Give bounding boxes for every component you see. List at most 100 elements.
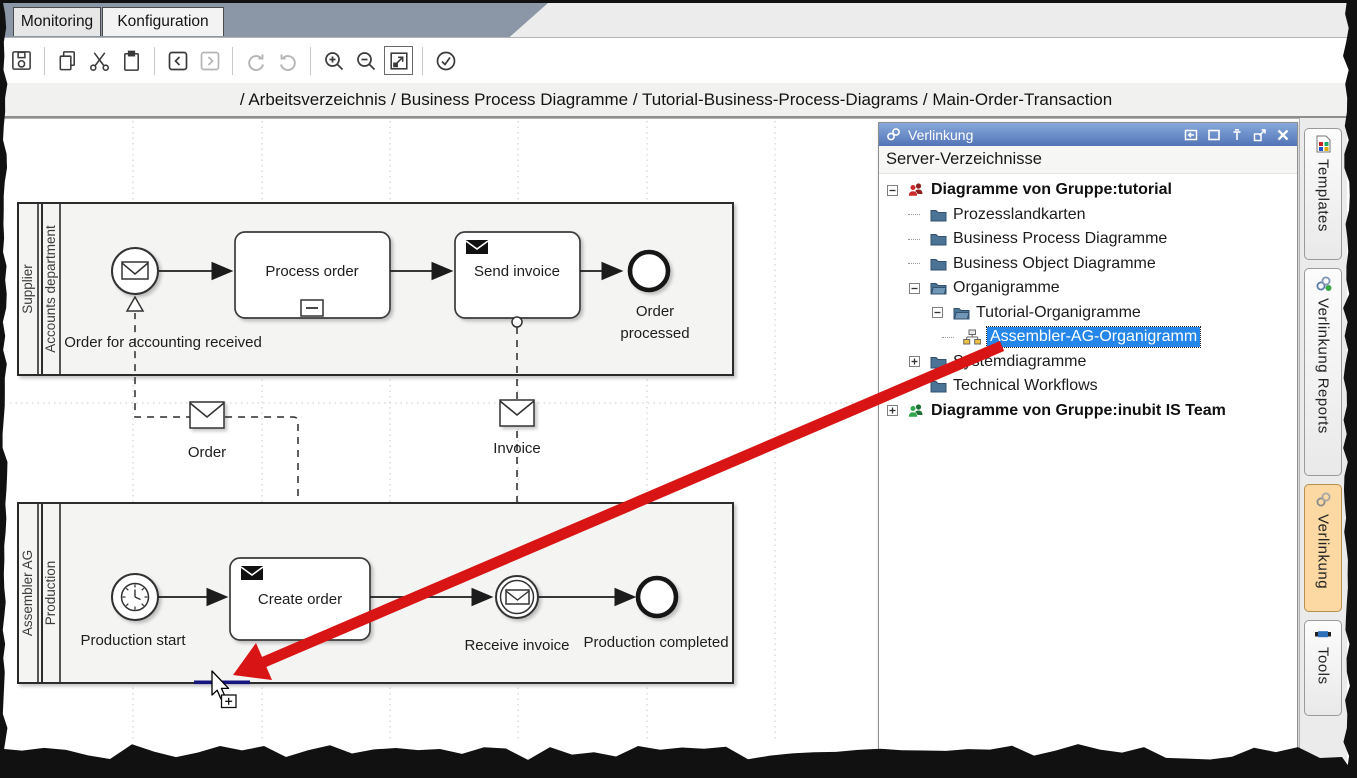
start-event-production-start[interactable]: [112, 574, 158, 620]
copy-icon[interactable]: [54, 47, 81, 74]
message-invoice-label: Invoice: [493, 440, 541, 457]
tree-item-systemdiagramme[interactable]: Systemdiagramme: [879, 350, 1297, 375]
navigate-back-icon[interactable]: [164, 47, 191, 74]
tree-item-label: Organigramme: [953, 279, 1060, 297]
message-invoice[interactable]: [500, 400, 534, 426]
folder-icon: [928, 257, 948, 271]
tree-item-tutorial-organigramme[interactable]: Tutorial-Organigramme: [879, 301, 1297, 326]
collapse-expander-icon[interactable]: [905, 283, 923, 294]
start2-label: Production start: [80, 632, 186, 649]
tree-item-business-object-diagramme[interactable]: Business Object Diagramme: [879, 252, 1297, 277]
lane1-label: Accounts department: [43, 225, 58, 353]
group-red-icon: [906, 182, 926, 198]
message-icon: [506, 590, 529, 604]
folder-icon: [928, 355, 948, 369]
lane2-label: Production: [43, 561, 58, 626]
tab-konfiguration[interactable]: Konfiguration: [102, 7, 224, 36]
folder-icon: [928, 232, 948, 246]
navigate-forward-icon[interactable]: [196, 47, 223, 74]
end-event-order-processed[interactable]: [630, 252, 668, 290]
message-icon: [122, 262, 148, 279]
save-icon[interactable]: [8, 47, 35, 74]
tree-item-label: Systemdiagramme: [953, 353, 1086, 371]
end1-label-line2: processed: [620, 325, 689, 342]
tree-item-label: Prozesslandkarten: [953, 206, 1086, 224]
tab-monitoring[interactable]: Monitoring: [13, 7, 101, 36]
intermediate-event-receive-invoice[interactable]: [496, 576, 538, 618]
message-order-label: Order: [188, 444, 226, 461]
tree-item-label-selected: Assembler-AG-Organigramm: [987, 327, 1200, 347]
intermediate-event-label: Receive invoice: [464, 637, 569, 654]
directory-tree: Diagramme von Gruppe:tutorial Prozesslan…: [879, 174, 1297, 423]
server-directories-label: Server-Verzeichnisse: [879, 146, 1297, 174]
task1-label: Process order: [265, 263, 358, 280]
maximize-icon[interactable]: [1205, 126, 1222, 143]
folder-open-icon: [928, 281, 948, 295]
folder-open-icon: [951, 306, 971, 320]
tree-item-assembler-ag-organigramm[interactable]: Assembler-AG-Organigramm: [879, 325, 1297, 350]
send-message-icon: [241, 566, 263, 580]
message-order[interactable]: [190, 402, 224, 428]
side-tab-verlinkung[interactable]: Verlinkung: [1304, 484, 1342, 612]
tree-item-business-process-diagramme[interactable]: Business Process Diagramme: [879, 227, 1297, 252]
tree-item-label: Business Object Diagramme: [953, 255, 1156, 273]
collapse-expander-icon[interactable]: [928, 307, 946, 318]
orgchart-icon: [962, 329, 982, 346]
paste-icon[interactable]: [118, 47, 145, 74]
side-tab-tools[interactable]: Tools: [1304, 620, 1342, 716]
tree-item-label: Technical Workflows: [953, 377, 1098, 395]
group-green-icon: [906, 403, 926, 419]
float-window-icon[interactable]: [1251, 126, 1268, 143]
zoom-out-icon[interactable]: [352, 47, 379, 74]
side-tab-label: Verlinkung Reports: [1315, 298, 1332, 434]
undo-icon[interactable]: [274, 47, 301, 74]
link-icon: [885, 126, 902, 143]
end1-label-line1: Order: [636, 303, 674, 320]
link-report-icon: [1315, 275, 1332, 292]
side-tab-label: Tools: [1315, 647, 1332, 685]
start-event-label: Order for accounting received: [64, 334, 262, 351]
link-icon: [1315, 491, 1332, 508]
tree-item-label: Tutorial-Organigramme: [976, 304, 1141, 322]
fit-to-window-icon[interactable]: [384, 46, 413, 75]
redo-icon[interactable]: [242, 47, 269, 74]
header-separator: [0, 116, 1357, 118]
side-tab-label: Templates: [1315, 159, 1332, 232]
end-event-production-completed[interactable]: [638, 578, 676, 616]
expand-expander-icon[interactable]: [905, 356, 923, 367]
cut-icon[interactable]: [86, 47, 113, 74]
tree-item-label: Diagramme von Gruppe:inubit IS Team: [931, 402, 1226, 420]
pool1-label: Supplier: [20, 264, 35, 314]
validate-icon[interactable]: [432, 47, 459, 74]
tree-item-organigramme[interactable]: Organigramme: [879, 276, 1297, 301]
breadcrumb: / Arbeitsverzeichnis / Business Process …: [0, 83, 1352, 116]
tree-item-prozesslandkarten[interactable]: Prozesslandkarten: [879, 203, 1297, 228]
tree-item-label: Business Process Diagramme: [953, 230, 1167, 248]
tree-item-group-tutorial[interactable]: Diagramme von Gruppe:tutorial: [879, 178, 1297, 203]
task3-label: Create order: [258, 591, 342, 608]
dock-icon[interactable]: [1182, 126, 1199, 143]
verlinkung-panel-titlebar[interactable]: Verlinkung: [879, 123, 1297, 146]
message-flow-source: [512, 317, 522, 327]
pin-icon[interactable]: [1228, 126, 1245, 143]
workbench-window: Supplier Accounts department Order for a…: [0, 0, 1357, 778]
expand-expander-icon[interactable]: [883, 405, 901, 416]
end2-label: Production completed: [583, 634, 728, 651]
verlinkung-panel: Verlinkung: [878, 122, 1298, 762]
task2-label: Send invoice: [474, 263, 560, 280]
folder-icon: [928, 379, 948, 393]
side-tab-label: Verlinkung: [1315, 514, 1332, 589]
side-tab-verlinkung-reports[interactable]: Verlinkung Reports: [1304, 268, 1342, 476]
tab-monitoring-label: Monitoring: [21, 13, 93, 31]
pool2-label: Assembler AG: [20, 550, 35, 636]
folder-icon: [928, 208, 948, 222]
panel-title: Verlinkung: [908, 127, 973, 143]
close-icon[interactable]: [1274, 126, 1291, 143]
send-message-icon: [466, 240, 488, 254]
collapse-expander-icon[interactable]: [883, 185, 901, 196]
tree-item-technical-workflows[interactable]: Technical Workflows: [879, 374, 1297, 399]
tree-item-group-inubit-is-team[interactable]: Diagramme von Gruppe:inubit IS Team: [879, 399, 1297, 424]
zoom-in-icon[interactable]: [320, 47, 347, 74]
tree-item-label: Diagramme von Gruppe:tutorial: [931, 181, 1172, 199]
side-tab-templates[interactable]: Templates: [1304, 128, 1342, 260]
